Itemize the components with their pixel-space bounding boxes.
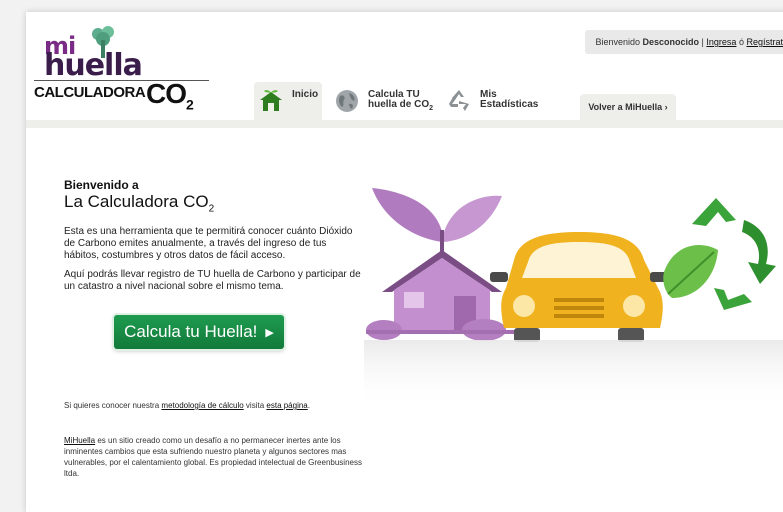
back-to-mihuella-link[interactable]: Volver a MiHuella › — [580, 94, 676, 120]
car-illustration — [490, 232, 668, 342]
tab-calcula[interactable]: Calcula TU huella de CO2 — [334, 82, 444, 120]
calculate-button-label: Calcula tu Huella! — [124, 322, 258, 341]
about-text: MiHuella es un sitio creado como un desa… — [64, 436, 362, 478]
globe-icon — [336, 90, 358, 112]
methodology-link[interactable]: metodología de cálculo — [161, 401, 243, 410]
logo-calculadora: CALCULADORA — [34, 84, 146, 101]
page: mi huella CALCULADORA CO2 Bienvenido Des… — [26, 12, 783, 512]
back-label: Volver a MiHuella › — [588, 102, 668, 112]
header: mi huella CALCULADORA CO2 Bienvenido Des… — [26, 12, 783, 120]
register-link[interactable]: Regístrate — [746, 37, 783, 47]
intro-paragraph-1: Esta es una herramienta que te permitirá… — [64, 226, 353, 261]
tab-inicio-label: Inicio — [292, 89, 319, 100]
this-page-link[interactable]: esta página — [266, 401, 307, 410]
tab-calcula-label: Calcula TU huella de CO2 — [368, 89, 434, 113]
house-icon — [260, 90, 282, 111]
separator: | — [701, 37, 704, 47]
mihuella-link[interactable]: MiHuella — [64, 436, 95, 445]
house-illustration — [366, 188, 516, 341]
intro-paragraph-2: Aquí podrás llevar registro de TU huella… — [64, 269, 361, 292]
hero-illustration — [364, 188, 783, 410]
header-strip — [26, 120, 783, 128]
welcome-subtitle: Bienvenido a — [64, 178, 139, 192]
recycle-illustration — [663, 198, 776, 310]
site-logo[interactable]: mi huella CALCULADORA CO2 — [34, 26, 209, 116]
methodology-note: Si quieres conocer nuestra metodología d… — [64, 401, 310, 410]
login-link[interactable]: Ingresa — [706, 37, 736, 47]
main-nav: Inicio Calcula TU huella de CO2 Mis Esta… — [254, 82, 783, 120]
page-title: La Calculadora CO2 — [64, 192, 215, 215]
or-text: ó — [738, 37, 744, 47]
greeting: Bienvenido — [595, 37, 640, 47]
user-bar: Bienvenido Desconocido | Ingresa ó Regís… — [585, 30, 783, 54]
username: Desconocido — [642, 37, 700, 47]
logo-co2: CO2 — [146, 78, 194, 113]
recycle-icon — [449, 90, 469, 111]
logo-huella: huella — [44, 48, 143, 83]
tab-estadisticas[interactable]: Mis Estadísticas — [446, 82, 556, 120]
reflection — [364, 340, 783, 410]
calculate-button[interactable]: Calcula tu Huella! ▶ — [114, 315, 284, 349]
play-arrow-icon: ▶ — [265, 326, 274, 339]
tab-estadisticas-label: Mis Estadísticas — [480, 89, 539, 110]
tab-inicio[interactable]: Inicio — [254, 82, 322, 120]
